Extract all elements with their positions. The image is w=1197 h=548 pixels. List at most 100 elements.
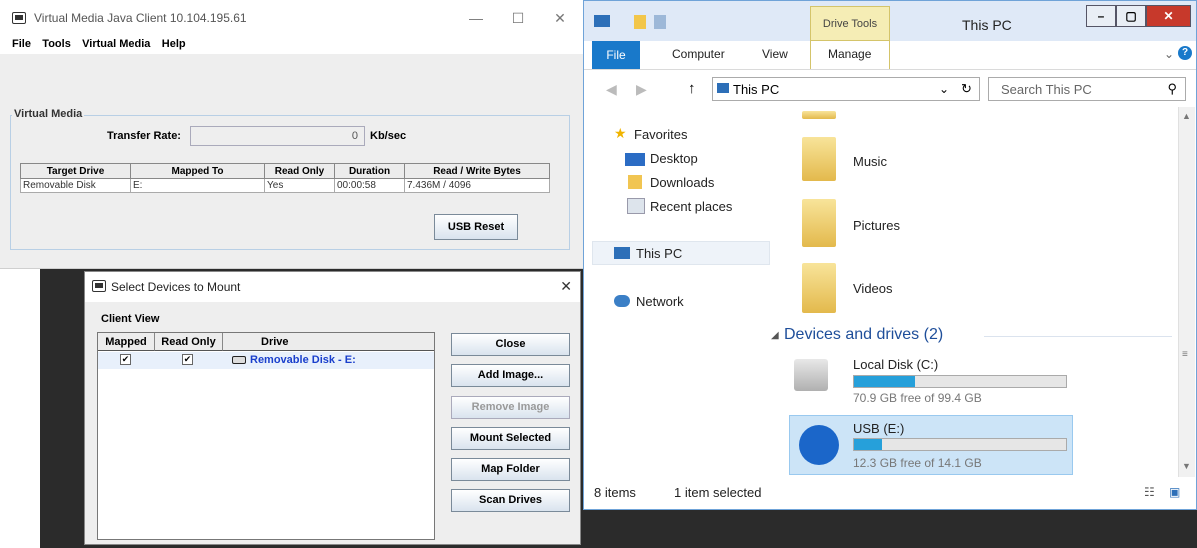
dropdown-icon[interactable]: ⌄ bbox=[939, 82, 949, 96]
status-selection: 1 item selected bbox=[674, 485, 762, 500]
folder-music[interactable]: Music bbox=[853, 154, 887, 169]
drive-c-usage-bar bbox=[853, 375, 1067, 388]
cell-duration: 00:00:58 bbox=[334, 178, 405, 193]
mapped-checkbox[interactable]: ✔ bbox=[120, 354, 131, 365]
help-icon[interactable]: ? bbox=[1178, 46, 1192, 60]
drive-c-name[interactable]: Local Disk (C:) bbox=[853, 357, 938, 372]
maximize-icon[interactable]: ☐ bbox=[508, 8, 528, 28]
search-placeholder: Search This PC bbox=[1001, 82, 1092, 97]
menu-tools[interactable]: Tools bbox=[42, 38, 71, 50]
recent-places-icon bbox=[627, 198, 645, 214]
dialog-app-icon bbox=[92, 280, 106, 292]
dialog-title: Select Devices to Mount bbox=[111, 280, 241, 294]
tab-computer[interactable]: Computer bbox=[672, 47, 725, 61]
cell-read-write-bytes: 7.436M / 4096 bbox=[404, 178, 550, 193]
explorer-title-bar: Drive Tools This PC – ▢ ✕ bbox=[584, 1, 1196, 41]
virtual-media-client-window: Virtual Media Java Client 10.104.195.61 … bbox=[0, 0, 584, 269]
drive-label: Removable Disk - E: bbox=[250, 354, 356, 366]
nav-this-pc[interactable]: This PC bbox=[636, 246, 682, 261]
transfer-rate-label: Transfer Rate: bbox=[107, 130, 181, 142]
dialog-close-icon[interactable]: ✕ bbox=[560, 278, 572, 295]
properties-icon[interactable] bbox=[634, 15, 646, 29]
nav-network[interactable]: Network bbox=[636, 294, 684, 309]
drive-tools-tab[interactable]: Drive Tools bbox=[810, 6, 890, 41]
scroll-up-icon[interactable]: ▲ bbox=[1182, 111, 1191, 121]
this-pc-icon bbox=[717, 83, 729, 93]
folder-videos[interactable]: Videos bbox=[853, 281, 893, 296]
minimize-icon[interactable]: — bbox=[466, 8, 486, 28]
remove-image-button[interactable]: Remove Image bbox=[451, 396, 570, 419]
removable-disk-icon bbox=[232, 356, 246, 364]
col-read-only: Read Only bbox=[155, 333, 223, 351]
new-folder-icon[interactable] bbox=[654, 15, 666, 29]
col-read-write-bytes: Read / Write Bytes bbox=[404, 163, 550, 179]
search-icon: ⚲ bbox=[1167, 81, 1177, 96]
refresh-icon[interactable]: ↻ bbox=[961, 81, 972, 97]
up-icon[interactable]: ↑ bbox=[688, 80, 696, 97]
nav-desktop[interactable]: Desktop bbox=[650, 151, 698, 166]
scan-drives-button[interactable]: Scan Drives bbox=[451, 489, 570, 512]
vertical-scrollbar[interactable]: ▲ ≡ ▼ bbox=[1178, 107, 1195, 477]
window-title: Virtual Media Java Client 10.104.195.61 bbox=[34, 11, 247, 25]
forward-icon[interactable]: ▶ bbox=[636, 81, 647, 98]
menu-help[interactable]: Help bbox=[162, 38, 186, 50]
close-icon[interactable]: ✕ bbox=[550, 8, 570, 28]
maximize-icon[interactable]: ▢ bbox=[1116, 5, 1146, 27]
close-button[interactable]: Close bbox=[451, 333, 570, 356]
this-pc-nav-icon bbox=[614, 247, 630, 259]
search-input[interactable]: Search This PC ⚲ bbox=[988, 77, 1186, 101]
drive-c-free-space: 70.9 GB free of 99.4 GB bbox=[853, 391, 982, 405]
drive-e-free-space: 12.3 GB free of 14.1 GB bbox=[853, 456, 982, 470]
client-view-label: Client View bbox=[101, 313, 160, 325]
tab-file[interactable]: File bbox=[592, 41, 640, 69]
menu-bar: File Tools Virtual Media Help bbox=[0, 36, 583, 54]
address-bar[interactable]: This PC ⌄ ↻ bbox=[712, 77, 980, 101]
ribbon-expand-icon[interactable]: ⌄ bbox=[1164, 47, 1174, 61]
minimize-icon[interactable]: – bbox=[1086, 5, 1116, 27]
menu-virtual-media[interactable]: Virtual Media bbox=[82, 38, 150, 50]
local-disk-icon[interactable] bbox=[794, 359, 828, 391]
nav-recent-places[interactable]: Recent places bbox=[650, 199, 732, 214]
music-folder-icon[interactable] bbox=[802, 137, 836, 181]
folder-pictures[interactable]: Pictures bbox=[853, 218, 900, 233]
mount-selected-button[interactable]: Mount Selected bbox=[451, 427, 570, 450]
cell-target-drive: Removable Disk bbox=[20, 178, 131, 193]
drive-e-name[interactable]: USB (E:) bbox=[853, 421, 904, 436]
select-devices-dialog: Select Devices to Mount ✕ Client View Ma… bbox=[84, 271, 581, 545]
scroll-grip-icon[interactable]: ≡ bbox=[1182, 349, 1188, 360]
map-folder-button[interactable]: Map Folder bbox=[451, 458, 570, 481]
explorer-window: Drive Tools This PC – ▢ ✕ File Computer … bbox=[583, 0, 1197, 510]
devices-and-drives-header[interactable]: Devices and drives (2) bbox=[784, 326, 943, 344]
transfer-rate-unit: Kb/sec bbox=[370, 130, 407, 142]
table-row[interactable]: Removable Disk E: Yes 00:00:58 7.436M / … bbox=[20, 178, 550, 193]
add-image-button[interactable]: Add Image... bbox=[451, 364, 570, 387]
mapped-drives-table: Target Drive Mapped To Read Only Duratio… bbox=[20, 163, 550, 193]
section-divider bbox=[984, 336, 1172, 337]
usb-reset-button[interactable]: USB Reset bbox=[434, 214, 518, 240]
nav-favorites[interactable]: Favorites bbox=[634, 127, 687, 142]
address-text: This PC bbox=[733, 82, 780, 97]
computer-icon bbox=[594, 15, 610, 27]
col-mapped-to: Mapped To bbox=[130, 163, 265, 179]
col-read-only: Read Only bbox=[264, 163, 335, 179]
menu-file[interactable]: File bbox=[12, 38, 31, 50]
collapse-arrow-icon[interactable]: ◢ bbox=[771, 330, 779, 341]
scroll-down-icon[interactable]: ▼ bbox=[1182, 461, 1191, 471]
list-item[interactable]: ✔ ✔ Removable Disk - E: bbox=[98, 352, 434, 369]
details-view-icon[interactable]: ☷ bbox=[1144, 485, 1155, 499]
videos-folder-icon[interactable] bbox=[802, 263, 836, 313]
tab-manage[interactable]: Manage bbox=[828, 47, 871, 61]
back-icon[interactable]: ◀ bbox=[606, 81, 617, 98]
nav-downloads[interactable]: Downloads bbox=[650, 175, 714, 190]
virtual-media-legend: Virtual Media bbox=[12, 108, 85, 120]
desktop-background-right bbox=[583, 510, 1197, 548]
ribbon-tabs: File Computer View Manage ⌄ ? bbox=[584, 41, 1196, 70]
large-icons-view-icon[interactable]: ▣ bbox=[1169, 485, 1180, 499]
col-mapped: Mapped bbox=[98, 333, 155, 351]
pictures-folder-icon[interactable] bbox=[802, 199, 836, 247]
tab-view[interactable]: View bbox=[762, 47, 788, 61]
read-only-checkbox[interactable]: ✔ bbox=[182, 354, 193, 365]
explorer-title: This PC bbox=[962, 17, 1012, 33]
close-icon[interactable]: ✕ bbox=[1146, 5, 1191, 27]
usb-drive-icon[interactable] bbox=[799, 425, 839, 465]
